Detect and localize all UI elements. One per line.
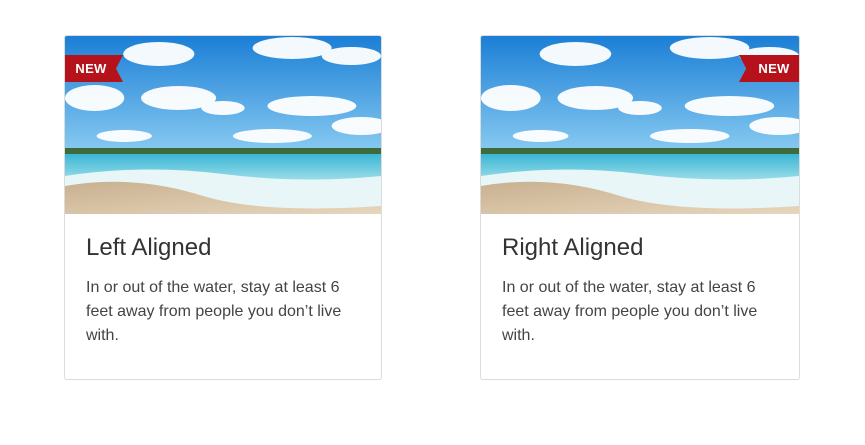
card-right-aligned: NEW Right Aligned In or out of the water… — [480, 35, 800, 380]
new-ribbon-badge: NEW — [65, 55, 123, 82]
card-left-aligned: NEW Left Aligned In or out of the water,… — [64, 35, 382, 380]
beach-image: NEW — [65, 36, 381, 214]
card-title: Left Aligned — [86, 234, 212, 261]
card-body: Left Aligned In or out of the water, sta… — [65, 214, 381, 348]
beach-image: NEW — [481, 36, 799, 214]
card-body: Right Aligned In or out of the water, st… — [481, 214, 799, 348]
card-text: In or out of the water, stay at least 6 … — [502, 279, 758, 344]
card-title: Right Aligned — [502, 234, 644, 261]
card-text: In or out of the water, stay at least 6 … — [86, 279, 342, 344]
new-ribbon-badge: NEW — [739, 55, 799, 82]
